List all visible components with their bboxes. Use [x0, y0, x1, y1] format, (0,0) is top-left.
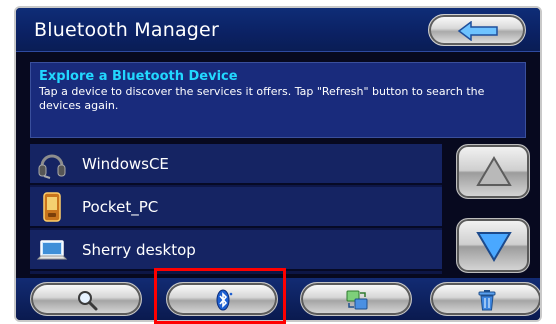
bluetooth-button[interactable] — [166, 282, 278, 316]
scroll-down-button[interactable] — [456, 218, 530, 273]
back-button[interactable] — [428, 14, 526, 46]
triangle-down-icon — [476, 232, 512, 262]
delete-button[interactable] — [430, 282, 540, 316]
back-arrow-icon — [457, 21, 498, 41]
device-label: Sherry desktop — [82, 241, 196, 259]
headset-icon — [38, 154, 66, 179]
pda-icon — [43, 192, 61, 222]
sync-button[interactable] — [300, 282, 412, 316]
device-row-windowsce[interactable]: WindowsCE — [30, 144, 442, 185]
device-list: WindowsCE Pocket_PC Sherry desktop — [30, 144, 442, 274]
scroll-up-button[interactable] — [456, 144, 530, 199]
magnifier-icon — [78, 291, 98, 311]
device-row-sherry-desktop[interactable]: Sherry desktop — [30, 230, 442, 271]
triangle-up-icon — [476, 156, 512, 186]
window-title: Bluetooth Manager — [34, 19, 219, 41]
title-bar: Bluetooth Manager — [16, 8, 540, 52]
trash-icon — [478, 290, 496, 311]
bluetooth-manager-screen: Bluetooth Manager Explore a Bluetooth De… — [14, 6, 542, 322]
device-label: Pocket_PC — [82, 198, 159, 216]
device-label: WindowsCE — [82, 155, 169, 173]
sync-icon — [346, 290, 368, 310]
laptop-icon — [36, 240, 68, 260]
bottom-toolbar — [16, 278, 540, 320]
bluetooth-icon — [216, 289, 233, 311]
device-row-pocket-pc[interactable]: Pocket_PC — [30, 187, 442, 228]
info-panel: Explore a Bluetooth Device Tap a device … — [30, 62, 526, 138]
search-button[interactable] — [30, 282, 142, 316]
info-heading: Explore a Bluetooth Device — [39, 69, 238, 84]
info-text: Tap a device to discover the services it… — [39, 85, 485, 112]
